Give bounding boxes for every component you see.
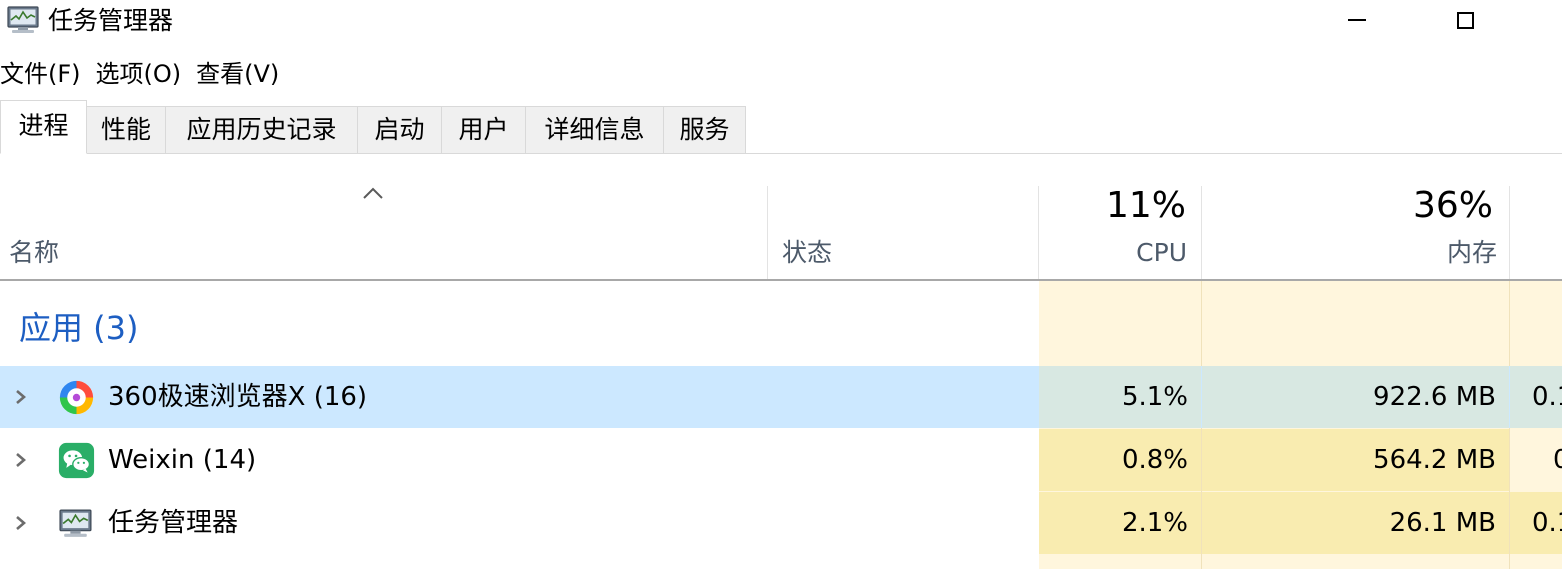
memory-value: 26.1 MB bbox=[1389, 508, 1496, 538]
task-manager-icon bbox=[59, 509, 92, 537]
process-name: Weixin (14) bbox=[108, 445, 257, 475]
table-row[interactable]: 360极速浏览器X (16) 5.1% 922.6 MB 0.1 bbox=[0, 366, 1562, 428]
cpu-value: 2.1% bbox=[1121, 508, 1188, 538]
tab-bar-divider bbox=[0, 153, 1562, 154]
menu-file[interactable]: 文件(F) bbox=[0, 56, 88, 92]
minimize-button[interactable] bbox=[1312, 0, 1402, 40]
tab-startup[interactable]: 启动 bbox=[357, 106, 442, 153]
table-row[interactable]: 任务管理器 2.1% 26.1 MB 0.1 bbox=[0, 492, 1562, 554]
chevron-right-icon[interactable] bbox=[14, 388, 28, 406]
weixin-icon bbox=[58, 442, 95, 479]
cpu-value: 5.1% bbox=[1121, 382, 1188, 412]
column-separator[interactable] bbox=[767, 186, 768, 280]
tab-users[interactable]: 用户 bbox=[441, 106, 526, 153]
task-manager-window: 任务管理器 文件(F) 选项(O) 查看(V) 进程 性能 应用历史记录 启动 … bbox=[0, 0, 1562, 569]
minimize-icon bbox=[1348, 19, 1366, 21]
tab-processes[interactable]: 进程 bbox=[0, 100, 87, 154]
column-separator[interactable] bbox=[1038, 186, 1039, 280]
memory-total-percent: 36% bbox=[1412, 185, 1493, 226]
disk-value: 0.1 bbox=[1532, 382, 1562, 412]
memory-value: 564.2 MB bbox=[1373, 445, 1496, 475]
tab-performance[interactable]: 性能 bbox=[86, 106, 166, 153]
maximize-button[interactable] bbox=[1420, 0, 1510, 40]
cpu-total-percent: 11% bbox=[1105, 185, 1186, 226]
column-header-row bbox=[0, 186, 1562, 280]
cpu-value: 0.8% bbox=[1121, 445, 1188, 475]
title-bar: 任务管理器 bbox=[0, 0, 1562, 44]
process-name: 任务管理器 bbox=[108, 508, 239, 538]
disk-value: 0.1 bbox=[1532, 508, 1562, 538]
disk-value: 0 bbox=[1553, 445, 1562, 475]
menu-options[interactable]: 选项(O) bbox=[96, 56, 189, 92]
window-title: 任务管理器 bbox=[48, 6, 174, 35]
tab-app-history[interactable]: 应用历史记录 bbox=[165, 106, 358, 153]
column-separator[interactable] bbox=[1201, 186, 1202, 280]
menu-bar: 文件(F) 选项(O) 查看(V) bbox=[0, 56, 294, 92]
tab-bar: 进程 性能 应用历史记录 启动 用户 详细信息 服务 bbox=[0, 96, 1562, 154]
chevron-right-icon[interactable] bbox=[14, 514, 28, 532]
360-browser-icon bbox=[59, 380, 94, 415]
task-manager-icon bbox=[7, 6, 39, 33]
process-name: 360极速浏览器X (16) bbox=[108, 382, 368, 412]
column-header-name[interactable]: 名称 bbox=[9, 238, 59, 268]
memory-value: 922.6 MB bbox=[1373, 382, 1496, 412]
group-title-apps: 应用 (3) bbox=[19, 309, 139, 347]
tab-services[interactable]: 服务 bbox=[663, 106, 746, 153]
tab-details[interactable]: 详细信息 bbox=[525, 106, 664, 153]
column-header-cpu[interactable]: CPU bbox=[1136, 238, 1187, 268]
table-row[interactable]: Weixin (14) 0.8% 564.2 MB 0 bbox=[0, 429, 1562, 491]
column-separator[interactable] bbox=[1509, 186, 1510, 280]
sort-ascending-icon[interactable] bbox=[362, 186, 384, 200]
menu-view[interactable]: 查看(V) bbox=[196, 56, 286, 92]
column-header-status[interactable]: 状态 bbox=[782, 238, 832, 268]
column-header-memory[interactable]: 内存 bbox=[1447, 238, 1497, 268]
maximize-icon bbox=[1456, 11, 1474, 29]
chevron-right-icon[interactable] bbox=[14, 451, 28, 469]
